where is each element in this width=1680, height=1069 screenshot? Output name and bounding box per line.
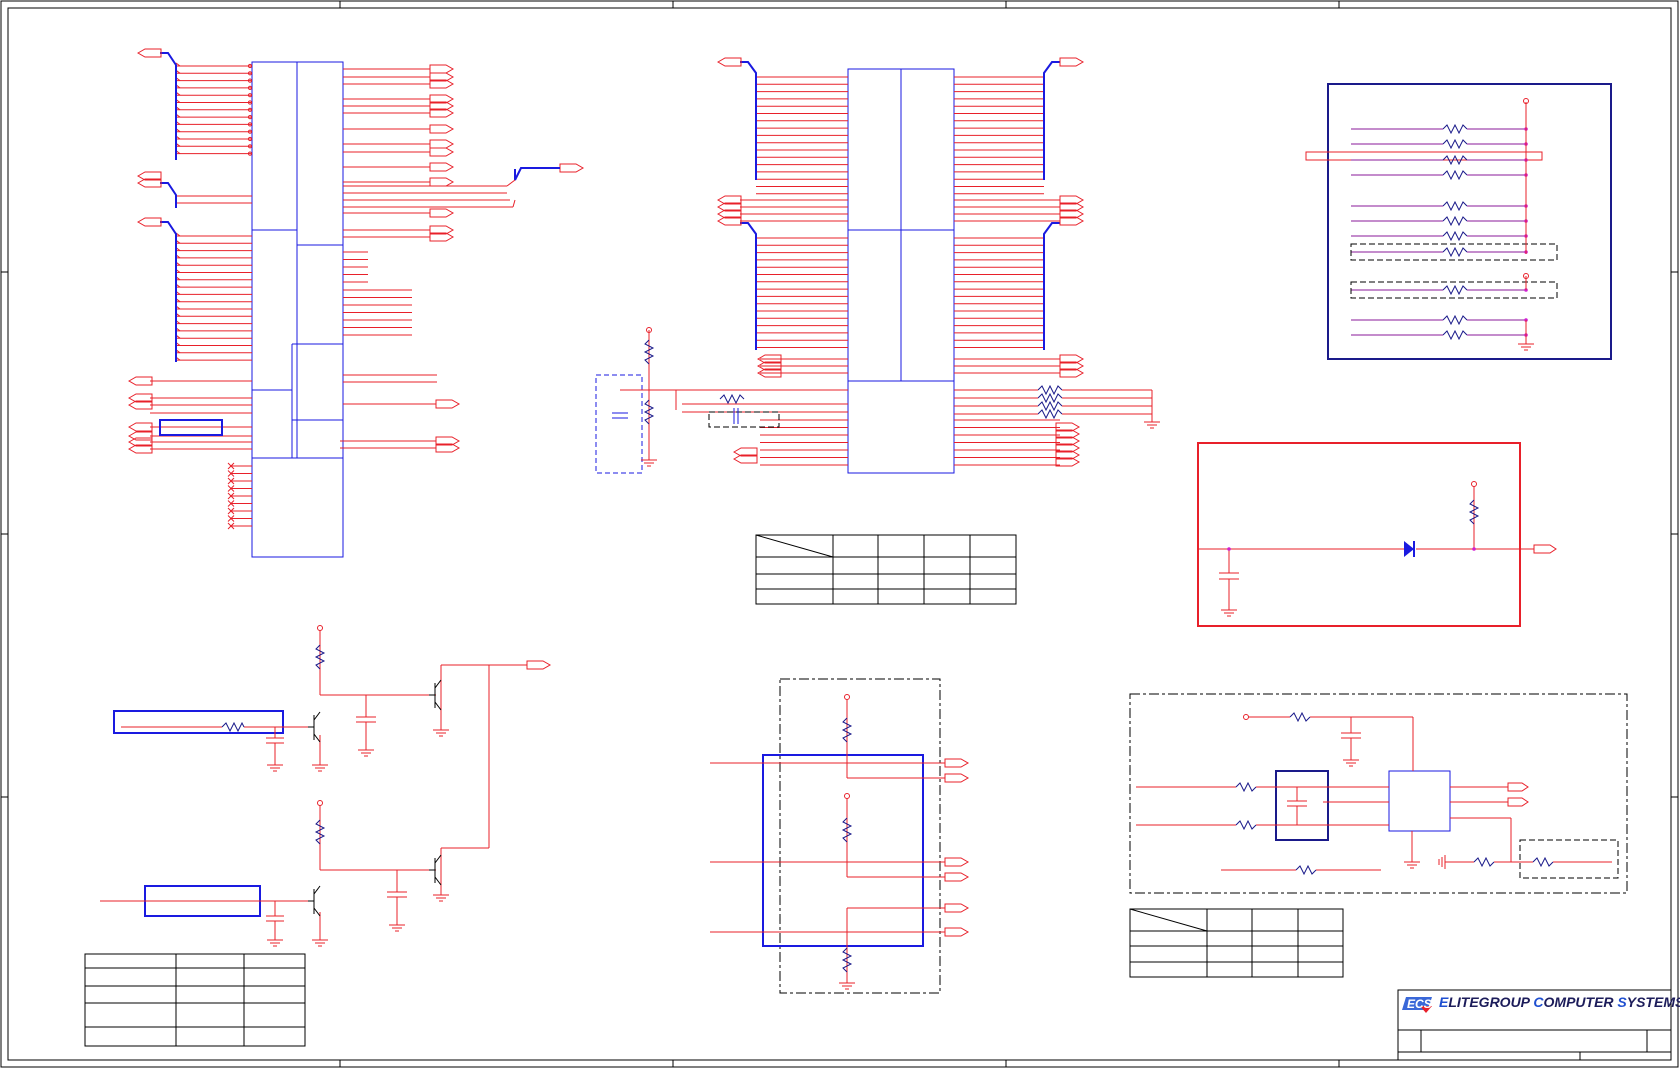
resistor-icon [1442, 314, 1468, 326]
resistor-icon [1442, 230, 1468, 242]
off-page-connector-icon [429, 177, 455, 187]
schematic-sheet: ECS ELITEGROUP COMPUTER SYSTEMS [0, 0, 1680, 1068]
resistor-icon [1442, 123, 1468, 135]
diode-icon [1404, 541, 1414, 557]
jumper-block-center [710, 678, 970, 994]
ic-block-center [595, 57, 1160, 474]
ground-icon [312, 764, 328, 772]
ic-right-pins [340, 64, 585, 453]
off-page-connector-icon [429, 139, 455, 149]
config-table-center [755, 534, 1017, 605]
off-page-connector-icon [1059, 57, 1085, 67]
logo-text: ECS [1407, 997, 1432, 1011]
off-page-connector-icon [136, 48, 162, 58]
reset-diode-circuit [1197, 442, 1557, 627]
regulator-block [1129, 693, 1628, 894]
resistor-icon [1442, 215, 1468, 227]
off-page-connector-icon [429, 162, 455, 172]
ground-icon [358, 749, 374, 757]
ground-icon [267, 764, 283, 772]
off-page-connector-icon [1533, 544, 1557, 554]
center-bus [740, 61, 1060, 350]
ground-icon [267, 939, 283, 947]
config-table-right [1129, 908, 1344, 978]
ground-icon [312, 939, 328, 947]
ecs-logo-icon: ECS [1402, 997, 1432, 1013]
ground-icon [389, 924, 405, 932]
resistor-icon [1442, 200, 1468, 212]
transistor-icon [308, 679, 442, 917]
resistor-icon [1442, 284, 1468, 296]
off-page-connectors-left [127, 48, 162, 454]
grounds-center [641, 390, 677, 467]
resistor-icon [1442, 329, 1468, 341]
ic-block-left [127, 48, 585, 558]
oscillator-circuit [595, 327, 848, 474]
resistor-icon [1442, 138, 1468, 150]
off-page-connector-icon [136, 217, 162, 227]
company-name: ELITEGROUP COMPUTER SYSTEMS [1439, 994, 1680, 1010]
ground-icon [433, 729, 449, 737]
option-table-left [84, 953, 306, 1047]
off-page-connector-icon [127, 422, 153, 432]
off-page-connector-icon [127, 431, 153, 441]
bus-right-out [343, 179, 516, 208]
off-page-connector-icon [716, 57, 742, 67]
resistor-icon [1442, 169, 1468, 181]
title-block: ECS ELITEGROUP COMPUTER SYSTEMS [1397, 989, 1680, 1061]
sheet-frame [0, 0, 1679, 1068]
pullup-resistor-box [1305, 83, 1612, 360]
off-page-connector-icon [559, 163, 585, 173]
center-ic-pins [740, 76, 1060, 466]
resistor-icon [1442, 246, 1468, 258]
ic-left-pins [150, 62, 253, 450]
off-page-connector-icon [429, 147, 455, 157]
off-page-connector-icon [429, 208, 455, 218]
off-page-connector-icon [127, 376, 153, 386]
resistor-array [1037, 384, 1063, 420]
off-page-connector-icon [435, 399, 461, 409]
transistor-circuits [100, 625, 552, 947]
off-page-connector-icon [429, 64, 455, 74]
off-page-connector-icon [429, 124, 455, 134]
ground-icon [433, 894, 449, 902]
nc-pins [227, 462, 252, 530]
